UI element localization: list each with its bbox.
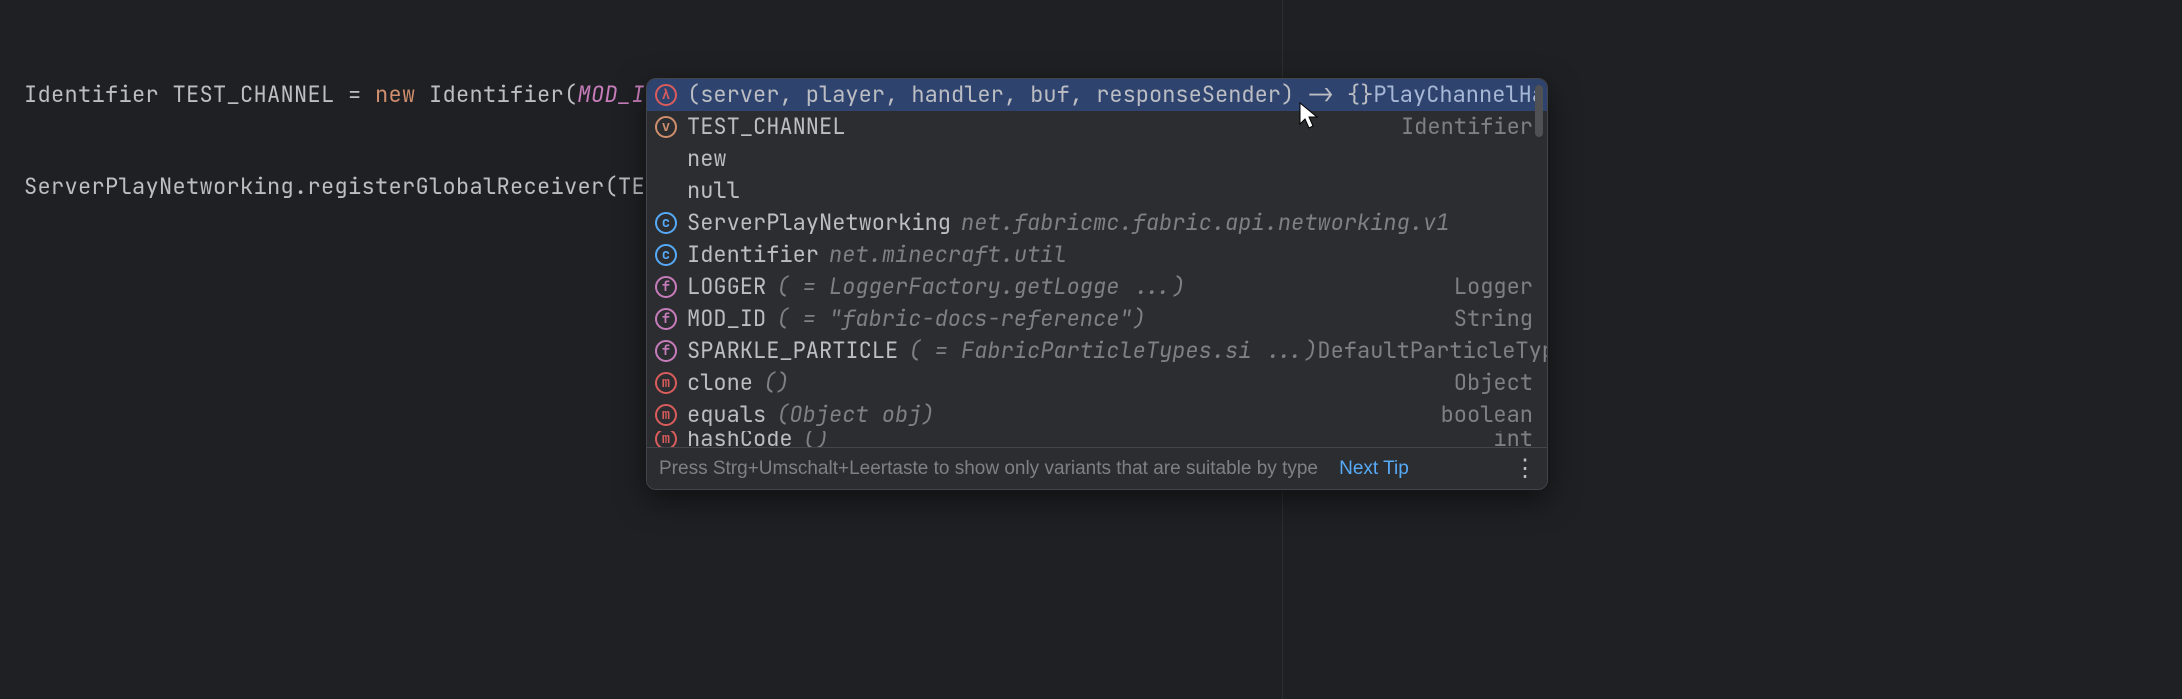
completion-main-text: MOD_ID [687,303,766,335]
completion-type-text: String [1454,303,1533,335]
completion-main-text: TEST_CHANNEL [687,111,845,143]
completion-type-text: PlayChannelHandler [1373,79,1547,111]
completion-main-text: Identifier [687,239,819,271]
more-options-icon[interactable]: ⋮ [1515,459,1535,479]
completion-type-text: Object [1454,367,1533,399]
field-icon: f [655,276,677,298]
completion-hint-bar: Press Strg+Umschalt+Leertaste to show on… [647,447,1547,489]
completion-main-text: clone [687,367,753,399]
completion-item[interactable]: new [647,143,1547,175]
completion-extra-text: ( = "fabric-docs-reference") [776,303,1146,335]
completion-item[interactable]: mclone () Object [647,367,1547,399]
completion-main-text: LOGGER [687,271,766,303]
completion-extra-text: net.fabricmc.fabric.api.networking.v1 [961,207,1449,239]
completion-type-text: boolean [1441,399,1533,431]
completion-extra-text: ( = LoggerFactory.getLogge ...) [776,271,1185,303]
variable-icon: v [655,116,677,138]
completion-type-text: Logger [1454,271,1533,303]
field-icon: f [655,308,677,330]
completion-main-text: SPARKLE_PARTICLE [687,335,898,367]
completion-item[interactable]: v TEST_CHANNEL Identifier [647,111,1547,143]
completion-item[interactable]: m hashCode () int [647,431,1547,447]
completion-item[interactable]: f MOD_ID ( = "fabric-docs-reference") Stri… [647,303,1547,335]
completion-type-text: Identifier [1401,111,1533,143]
paren-open: ( [605,172,619,201]
completion-main-text: ServerPlayNetworking [687,207,951,239]
completion-extra-text: net.minecraft.util [829,239,1067,271]
completion-list[interactable]: λ (server, player, handler, buf, response… [647,79,1547,447]
method-icon: m [655,372,677,394]
completion-main-text: null [687,175,740,207]
hint-text: Press Strg+Umschalt+Leertaste to show on… [659,458,1318,479]
code-text: Identifier TEST_CHANNEL = [24,80,375,109]
completion-extra-text: () [803,431,829,447]
completion-main-text: new [687,143,727,175]
completion-extra-text: () [763,367,789,399]
completion-item[interactable]: λ (server, player, handler, buf, response… [647,79,1547,111]
completion-item[interactable]: mequals (Object obj) boolean [647,399,1547,431]
class-icon: c [655,212,677,234]
lambda-icon: λ [655,84,677,106]
code-text: ServerPlayNetworking.registerGlobalRecei… [24,172,605,201]
code-text: Identifier( [416,80,578,109]
keyword-new: new [375,80,416,109]
field-icon: f [655,340,677,362]
completion-main-text: (server, player, handler, buf, responseS… [687,79,1373,111]
completion-type-text: DefaultParticleType [1317,335,1547,367]
completion-extra-text: ( = FabricParticleTypes.si ...) [908,335,1317,367]
completion-item[interactable]: f SPARKLE_PARTICLE ( = FabricParticleType… [647,335,1547,367]
method-icon: m [655,431,677,447]
completion-main-text: hashCode [687,431,793,447]
completion-item[interactable]: f LOGGER ( = LoggerFactory.getLogge ...) L… [647,271,1547,303]
completion-type-text: int [1493,431,1533,447]
completion-item[interactable]: null [647,175,1547,207]
code-completion-popup[interactable]: λ (server, player, handler, buf, response… [646,78,1548,490]
completion-extra-text: (Object obj) [776,399,934,431]
completion-item[interactable]: c Identifier net.minecraft.util [647,239,1547,271]
class-icon: c [655,244,677,266]
method-icon: m [655,404,677,426]
completion-item[interactable]: c ServerPlayNetworking net.fabricmc.fabri… [647,207,1547,239]
popup-scrollbar[interactable] [1535,85,1543,137]
completion-main-text: equals [687,399,766,431]
next-tip-link[interactable]: Next Tip [1339,458,1409,479]
